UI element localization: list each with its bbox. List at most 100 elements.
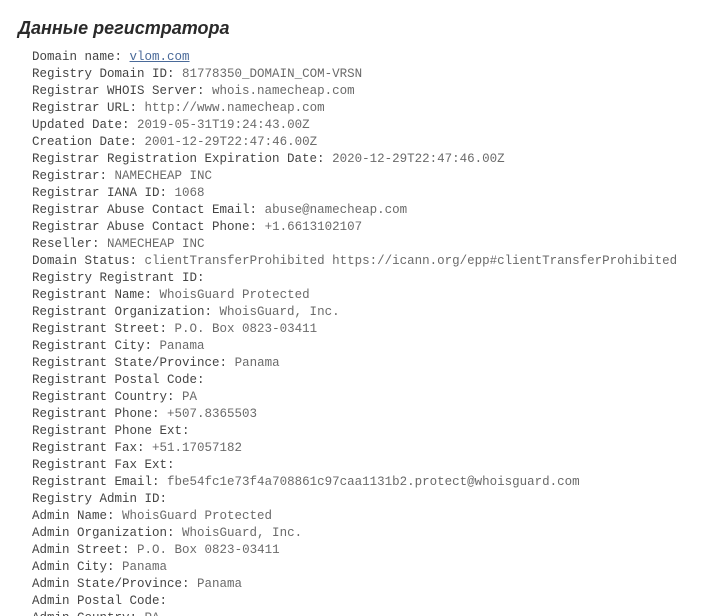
whois-record-row: Updated Date: 2019-05-31T19:24:43.00Z bbox=[32, 117, 686, 134]
whois-record-value: PA bbox=[182, 390, 197, 404]
whois-record-label: Registry Domain ID: bbox=[32, 67, 175, 81]
whois-record-row: Domain name: vlom.com bbox=[32, 49, 686, 66]
whois-record-value: clientTransferProhibited https://icann.o… bbox=[145, 254, 678, 268]
whois-record-row: Registrant Organization: WhoisGuard, Inc… bbox=[32, 304, 686, 321]
whois-record-label: Registrant Email: bbox=[32, 475, 160, 489]
whois-record-label: Registrar: bbox=[32, 169, 107, 183]
whois-record-label: Registrant Street: bbox=[32, 322, 167, 336]
whois-record-value: WhoisGuard, Inc. bbox=[220, 305, 340, 319]
section-title: Данные регистратора bbox=[18, 18, 686, 39]
whois-record-row: Registrant Phone Ext: bbox=[32, 423, 686, 440]
whois-record-row: Reseller: NAMECHEAP INC bbox=[32, 236, 686, 253]
whois-record-label: Admin Postal Code: bbox=[32, 594, 167, 608]
whois-record-label: Registry Registrant ID: bbox=[32, 271, 205, 285]
whois-record-label: Registrant Organization: bbox=[32, 305, 212, 319]
whois-record-row: Registrar Abuse Contact Email: abuse@nam… bbox=[32, 202, 686, 219]
whois-record-row: Registrant Postal Code: bbox=[32, 372, 686, 389]
whois-record-row: Admin State/Province: Panama bbox=[32, 576, 686, 593]
whois-record-value: 81778350_DOMAIN_COM-VRSN bbox=[182, 67, 362, 81]
whois-record-label: Admin State/Province: bbox=[32, 577, 190, 591]
whois-record-label: Registrant Phone: bbox=[32, 407, 160, 421]
whois-record-row: Domain Status: clientTransferProhibited … bbox=[32, 253, 686, 270]
whois-record-value: Panama bbox=[197, 577, 242, 591]
whois-record-label: Updated Date: bbox=[32, 118, 130, 132]
whois-records-block: Domain name: vlom.comRegistry Domain ID:… bbox=[18, 49, 686, 610]
whois-record-value: Panama bbox=[160, 339, 205, 353]
whois-record-label: Registrar Registration Expiration Date: bbox=[32, 152, 325, 166]
whois-record-value: +507.8365503 bbox=[167, 407, 257, 421]
whois-record-row: Admin City: Panama bbox=[32, 559, 686, 576]
whois-record-row: Registry Admin ID: bbox=[32, 491, 686, 508]
whois-record-label: Registrant Fax Ext: bbox=[32, 458, 175, 472]
whois-record-value: whois.namecheap.com bbox=[212, 84, 355, 98]
whois-record-label: Registrant City: bbox=[32, 339, 152, 353]
whois-record-row: Registrar URL: http://www.namecheap.com bbox=[32, 100, 686, 117]
whois-record-label: Registrar URL: bbox=[32, 101, 137, 115]
whois-record-label: Registrant Phone Ext: bbox=[32, 424, 190, 438]
whois-record-row: Registrar IANA ID: 1068 bbox=[32, 185, 686, 202]
whois-record-label: Registrant Fax: bbox=[32, 441, 145, 455]
whois-record-value: WhoisGuard, Inc. bbox=[182, 526, 302, 540]
whois-record-row: Registrant Name: WhoisGuard Protected bbox=[32, 287, 686, 304]
whois-record-row: Registrar Registration Expiration Date: … bbox=[32, 151, 686, 168]
whois-record-value: P.O. Box 0823-03411 bbox=[175, 322, 318, 336]
whois-record-label: Creation Date: bbox=[32, 135, 137, 149]
whois-record-row: Registrant Email: fbe54fc1e73f4a708861c9… bbox=[32, 474, 686, 491]
whois-record-label: Admin Organization: bbox=[32, 526, 175, 540]
whois-record-row: Registrant Fax Ext: bbox=[32, 457, 686, 474]
whois-record-label: Domain name: bbox=[32, 50, 122, 64]
whois-record-label: Admin Name: bbox=[32, 509, 115, 523]
whois-record-value: abuse@namecheap.com bbox=[265, 203, 408, 217]
whois-record-label: Registrant Postal Code: bbox=[32, 373, 205, 387]
whois-record-label: Registrar WHOIS Server: bbox=[32, 84, 205, 98]
whois-record-value: Panama bbox=[122, 560, 167, 574]
whois-record-value: NAMECHEAP INC bbox=[107, 237, 205, 251]
whois-record-row: Registrant Country: PA bbox=[32, 389, 686, 406]
cutoff-row: Admin Country: PA bbox=[18, 610, 686, 616]
whois-record-label: Reseller: bbox=[32, 237, 100, 251]
whois-record-value: PA bbox=[145, 611, 160, 616]
whois-record-value: +1.6613102107 bbox=[265, 220, 363, 234]
whois-record-label: Registry Admin ID: bbox=[32, 492, 167, 506]
whois-record-value: 1068 bbox=[175, 186, 205, 200]
whois-record-row: Registry Domain ID: 81778350_DOMAIN_COM-… bbox=[32, 66, 686, 83]
whois-record-row: Registrant State/Province: Panama bbox=[32, 355, 686, 372]
whois-record-value: +51.17057182 bbox=[152, 441, 242, 455]
whois-record-label: Registrant Name: bbox=[32, 288, 152, 302]
whois-container: Данные регистратора Domain name: vlom.co… bbox=[0, 0, 704, 616]
whois-record-row: Admin Country: PA bbox=[32, 610, 686, 616]
whois-record-label: Registrar IANA ID: bbox=[32, 186, 167, 200]
whois-record-label: Admin City: bbox=[32, 560, 115, 574]
whois-record-label: Domain Status: bbox=[32, 254, 137, 268]
whois-record-row: Registrant Fax: +51.17057182 bbox=[32, 440, 686, 457]
whois-record-row: Registrant Street: P.O. Box 0823-03411 bbox=[32, 321, 686, 338]
whois-record-label: Registrant State/Province: bbox=[32, 356, 227, 370]
whois-record-row: Admin Postal Code: bbox=[32, 593, 686, 610]
whois-record-value: P.O. Box 0823-03411 bbox=[137, 543, 280, 557]
whois-record-label: Admin Street: bbox=[32, 543, 130, 557]
whois-record-value: WhoisGuard Protected bbox=[122, 509, 272, 523]
whois-record-row: Registrar Abuse Contact Phone: +1.661310… bbox=[32, 219, 686, 236]
whois-record-row: Admin Name: WhoisGuard Protected bbox=[32, 508, 686, 525]
whois-record-row: Registrant City: Panama bbox=[32, 338, 686, 355]
whois-record-value: 2019-05-31T19:24:43.00Z bbox=[137, 118, 310, 132]
whois-record-label: Admin Country bbox=[32, 611, 130, 616]
whois-record-value[interactable]: vlom.com bbox=[130, 50, 190, 64]
whois-record-row: Registrar: NAMECHEAP INC bbox=[32, 168, 686, 185]
whois-record-row: Registrar WHOIS Server: whois.namecheap.… bbox=[32, 83, 686, 100]
whois-record-value: 2001-12-29T22:47:46.00Z bbox=[145, 135, 318, 149]
whois-record-label: Registrar Abuse Contact Phone: bbox=[32, 220, 257, 234]
whois-record-row: Admin Street: P.O. Box 0823-03411 bbox=[32, 542, 686, 559]
whois-record-value: fbe54fc1e73f4a708861c97caa1131b2.protect… bbox=[167, 475, 580, 489]
whois-record-label: Registrant Country: bbox=[32, 390, 175, 404]
whois-record-value: NAMECHEAP INC bbox=[115, 169, 213, 183]
whois-record-value: Panama bbox=[235, 356, 280, 370]
whois-record-row: Creation Date: 2001-12-29T22:47:46.00Z bbox=[32, 134, 686, 151]
whois-record-row: Admin Organization: WhoisGuard, Inc. bbox=[32, 525, 686, 542]
whois-record-row: Registrant Phone: +507.8365503 bbox=[32, 406, 686, 423]
whois-record-row: Registry Registrant ID: bbox=[32, 270, 686, 287]
whois-record-value: WhoisGuard Protected bbox=[160, 288, 310, 302]
whois-record-label: Registrar Abuse Contact Email: bbox=[32, 203, 257, 217]
whois-record-value: 2020-12-29T22:47:46.00Z bbox=[332, 152, 505, 166]
whois-record-value: http://www.namecheap.com bbox=[145, 101, 325, 115]
